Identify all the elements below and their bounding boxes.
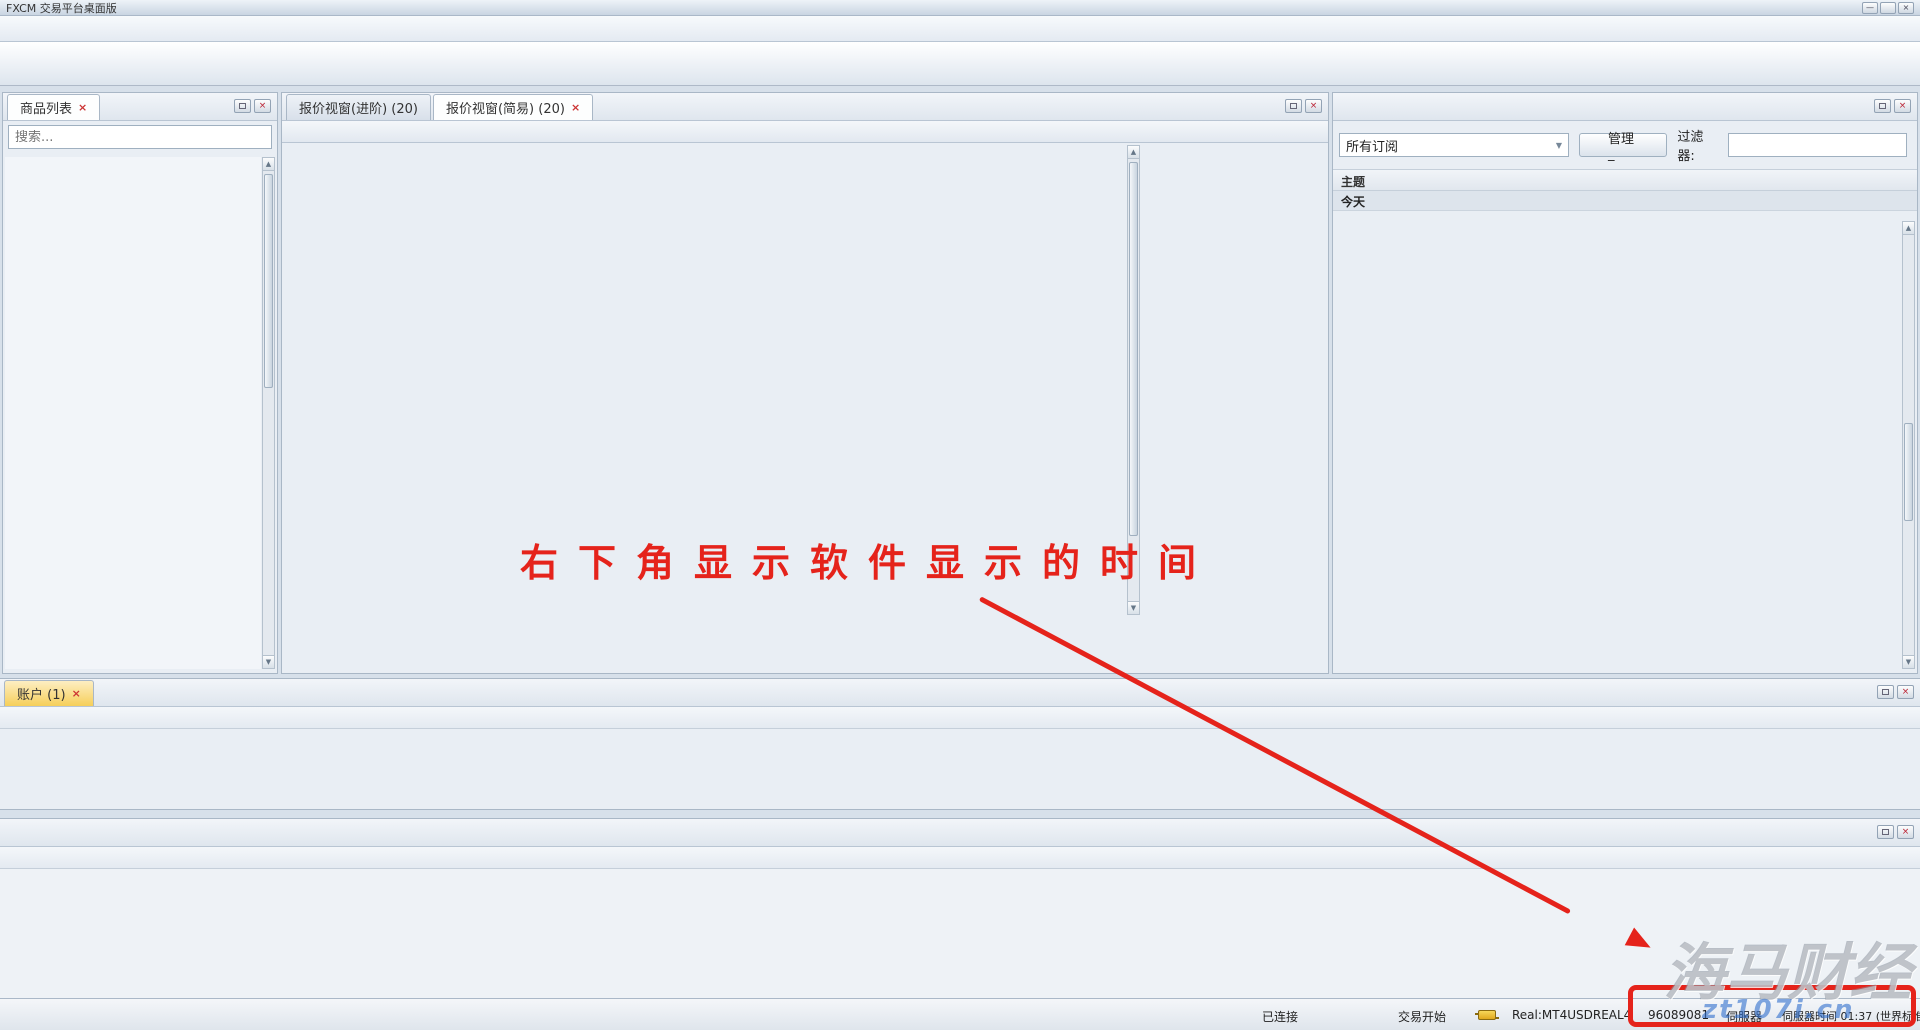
panel-maximize-button[interactable] <box>1874 99 1891 113</box>
manage-button[interactable]: 管理_ <box>1579 133 1667 157</box>
maximize-icon <box>1882 829 1889 835</box>
panel-close-button[interactable]: × <box>1897 685 1914 699</box>
tab-symbols-label: 商品列表 <box>20 98 72 117</box>
news-scrollbar[interactable]: ▲ ▼ <box>1902 221 1915 669</box>
tab-quotes-advanced[interactable]: 报价视窗(进阶) (20) <box>286 94 431 120</box>
news-list <box>1335 221 1900 669</box>
filter-input[interactable] <box>1728 133 1907 157</box>
tab-quotes-simple-label: 报价视窗(简易) (20) <box>446 98 565 117</box>
trading-status: 交易开始 <box>1398 1008 1446 1025</box>
scrollbar-thumb[interactable] <box>1129 162 1138 536</box>
symbols-tab-row: 商品列表 × × <box>3 93 277 121</box>
maximize-icon <box>239 103 246 109</box>
quotes-header-row <box>282 121 1328 143</box>
maximize-icon <box>1879 103 1886 109</box>
symbols-tree <box>5 157 261 669</box>
close-icon[interactable]: × <box>78 101 87 114</box>
subscription-dropdown[interactable]: 所有订阅 ▼ <box>1339 133 1569 157</box>
title-bar: FXCM 交易平台桌面版 — × <box>0 0 1920 16</box>
account-tab-row: 账户 (1) × × <box>0 679 1920 707</box>
symbol-search-input[interactable] <box>9 130 271 145</box>
news-tab-row: × <box>1333 93 1917 121</box>
scrollbar-thumb[interactable] <box>264 174 273 388</box>
tab-account[interactable]: 账户 (1) × <box>4 680 94 706</box>
main-area: 商品列表 × × ▲ ▼ 报价视窗(进阶) (2 <box>0 90 1920 676</box>
panel-maximize-button[interactable] <box>234 99 251 113</box>
connection-status: 已连接 <box>1262 1008 1298 1025</box>
scrollbar-thumb[interactable] <box>1904 423 1913 521</box>
symbols-panel: 商品列表 × × ▲ ▼ <box>2 92 278 674</box>
panel-close-button[interactable]: × <box>1305 99 1322 113</box>
watermark-small: zt107i.cn <box>1702 995 1855 1025</box>
news-list-header: 主题 <box>1333 169 1917 191</box>
connection-plug-icon <box>1478 1010 1496 1020</box>
account-type: Real:MT4USDREAL4 <box>1512 1008 1631 1022</box>
panel-close-button[interactable]: × <box>1894 99 1911 113</box>
positions-header-row <box>0 847 1920 869</box>
tab-account-label: 账户 (1) <box>17 684 66 703</box>
chevron-down-icon: ▼ <box>1556 141 1562 150</box>
news-group-today: 今天 <box>1333 191 1917 211</box>
window-maximize-button[interactable] <box>1880 2 1896 14</box>
window-minimize-button[interactable]: — <box>1862 2 1878 14</box>
filter-label: 过滤器: <box>1677 126 1718 164</box>
scroll-down-icon[interactable]: ▼ <box>1128 601 1139 614</box>
scroll-up-icon[interactable]: ▲ <box>1903 222 1914 235</box>
symbol-search-box <box>8 125 272 149</box>
close-icon[interactable]: × <box>72 687 81 700</box>
scroll-down-icon[interactable]: ▼ <box>263 655 274 668</box>
scroll-up-icon[interactable]: ▲ <box>263 158 274 171</box>
scroll-down-icon[interactable]: ▼ <box>1903 655 1914 668</box>
panel-maximize-button[interactable] <box>1877 825 1894 839</box>
news-controls: 所有订阅 ▼ 管理_ 过滤器: <box>1333 121 1917 169</box>
panel-maximize-button[interactable] <box>1285 99 1302 113</box>
symbols-scrollbar[interactable]: ▲ ▼ <box>262 157 275 669</box>
toolbar <box>0 42 1920 86</box>
maximize-icon <box>1290 103 1297 109</box>
news-panel: × 所有订阅 ▼ 管理_ 过滤器: 主题 今天 ▲ ▼ <box>1332 92 1918 674</box>
account-panel: 账户 (1) × × <box>0 678 1920 810</box>
tab-quotes-simple[interactable]: 报价视窗(简易) (20) × <box>433 94 593 120</box>
positions-tab-row: × <box>0 819 1920 847</box>
window-title: FXCM 交易平台桌面版 <box>6 0 1862 16</box>
panel-close-button[interactable]: × <box>254 99 271 113</box>
maximize-icon <box>1882 689 1889 695</box>
tab-quotes-advanced-label: 报价视窗(进阶) (20) <box>299 98 418 117</box>
positions-panel: × <box>0 818 1920 998</box>
annotation-text: 右下角显示软件显示的时间 <box>520 532 1216 587</box>
menu-bar <box>0 16 1920 42</box>
account-header-row <box>0 707 1920 729</box>
subscription-value: 所有订阅 <box>1346 136 1398 155</box>
quotes-tab-row: 报价视窗(进阶) (20) 报价视窗(简易) (20) × × <box>282 93 1328 121</box>
scroll-up-icon[interactable]: ▲ <box>1128 146 1139 159</box>
close-icon[interactable]: × <box>571 101 580 114</box>
panel-close-button[interactable]: × <box>1897 825 1914 839</box>
panel-maximize-button[interactable] <box>1877 685 1894 699</box>
window-close-button[interactable]: × <box>1898 2 1914 14</box>
tab-symbols-list[interactable]: 商品列表 × <box>7 94 100 120</box>
app-window: FXCM 交易平台桌面版 — × 商品列表 × × <box>0 0 1920 1030</box>
